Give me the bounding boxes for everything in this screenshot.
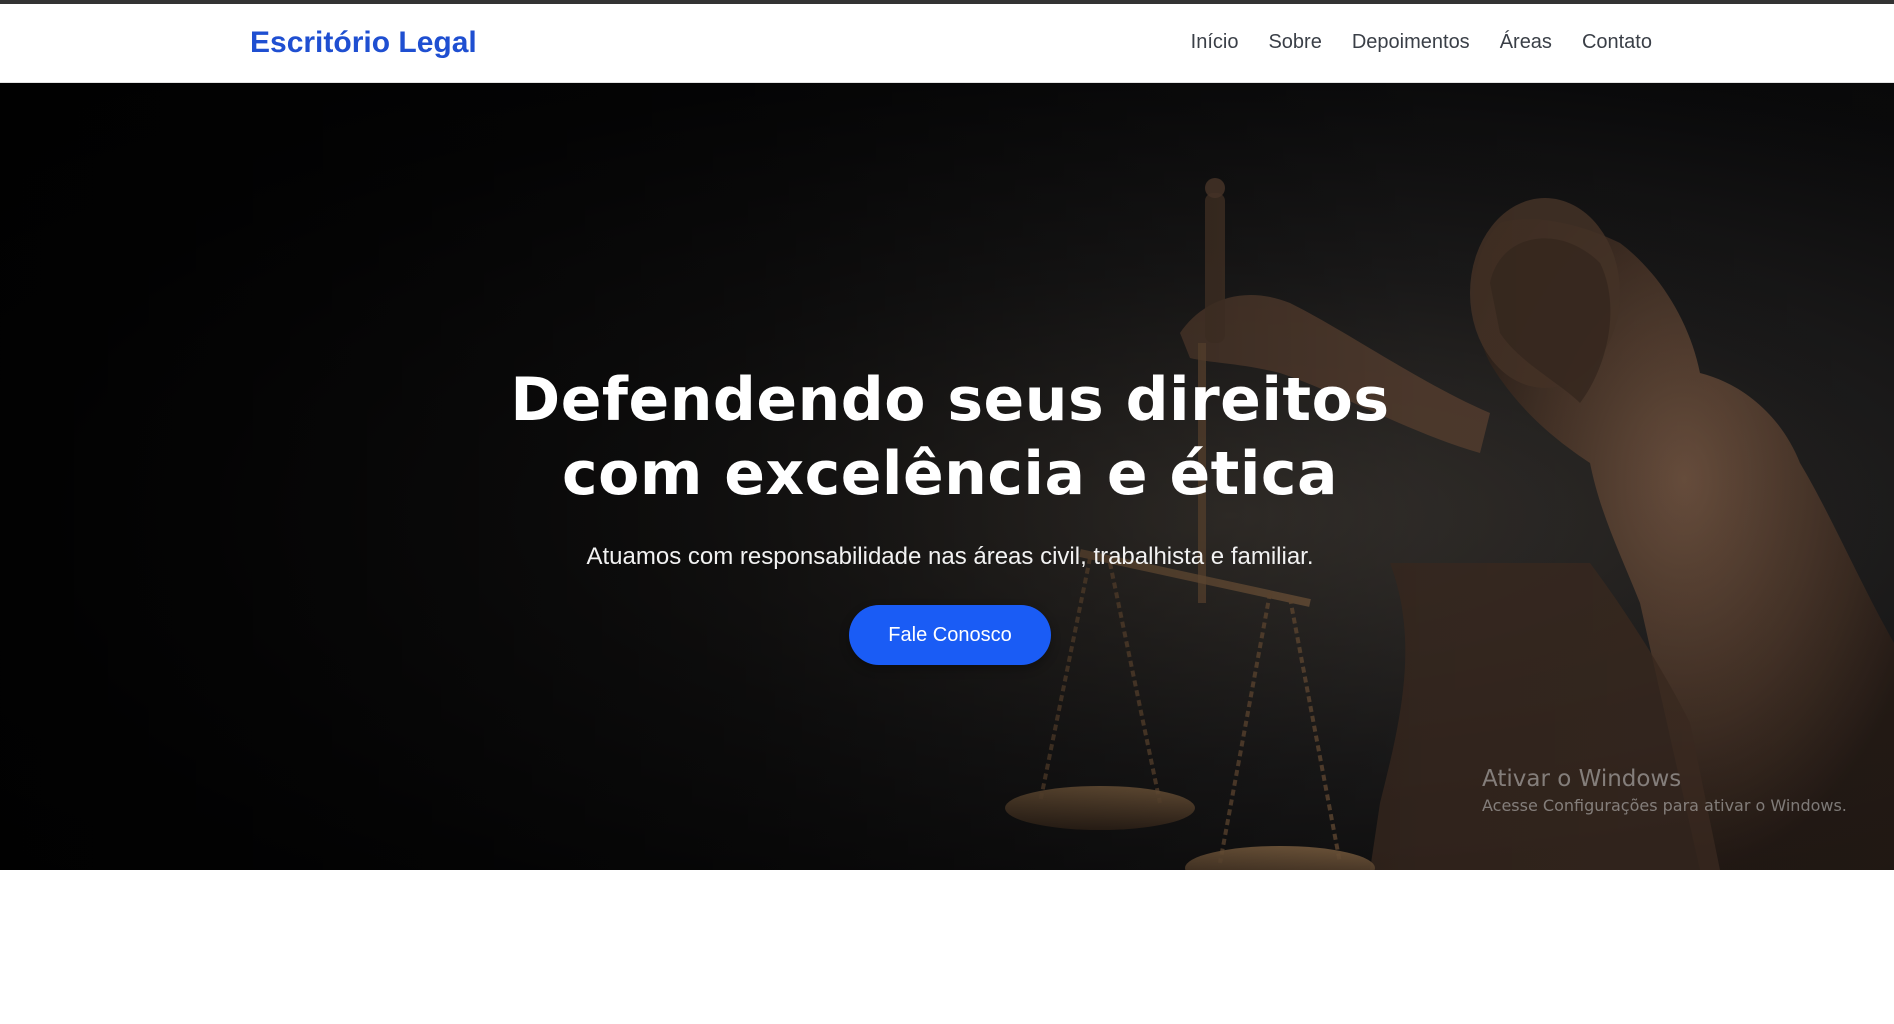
nav-link-sobre[interactable]: Sobre [1268,31,1321,54]
nav-link-inicio[interactable]: Início [1191,31,1239,54]
nav-link-depoimentos[interactable]: Depoimentos [1352,31,1470,54]
navbar: Escritório Legal Início Sobre Depoimento… [0,4,1894,83]
hero-content: Defendendo seus direitos com excelência … [350,363,1550,665]
windows-activation-watermark: Ativar o Windows Acesse Configurações pa… [1482,766,1847,815]
contact-us-button[interactable]: Fale Conosco [849,605,1051,665]
nav-link-areas[interactable]: Áreas [1500,31,1552,54]
hero-title-line-2: com excelência e ética [562,439,1338,509]
hero-section: Defendendo seus direitos com excelência … [0,83,1894,870]
brand-logo[interactable]: Escritório Legal [250,26,477,60]
watermark-subtitle: Acesse Configurações para ativar o Windo… [1482,796,1847,815]
nav-link-contato[interactable]: Contato [1582,31,1652,54]
hero-subtitle: Atuamos com responsabilidade nas áreas c… [586,543,1314,570]
nav-menu: Início Sobre Depoimentos Áreas Contato [1191,31,1652,54]
hero-title: Defendendo seus direitos com excelência … [350,363,1550,511]
hero-title-line-1: Defendendo seus direitos [510,365,1390,435]
watermark-title: Ativar o Windows [1482,766,1682,792]
